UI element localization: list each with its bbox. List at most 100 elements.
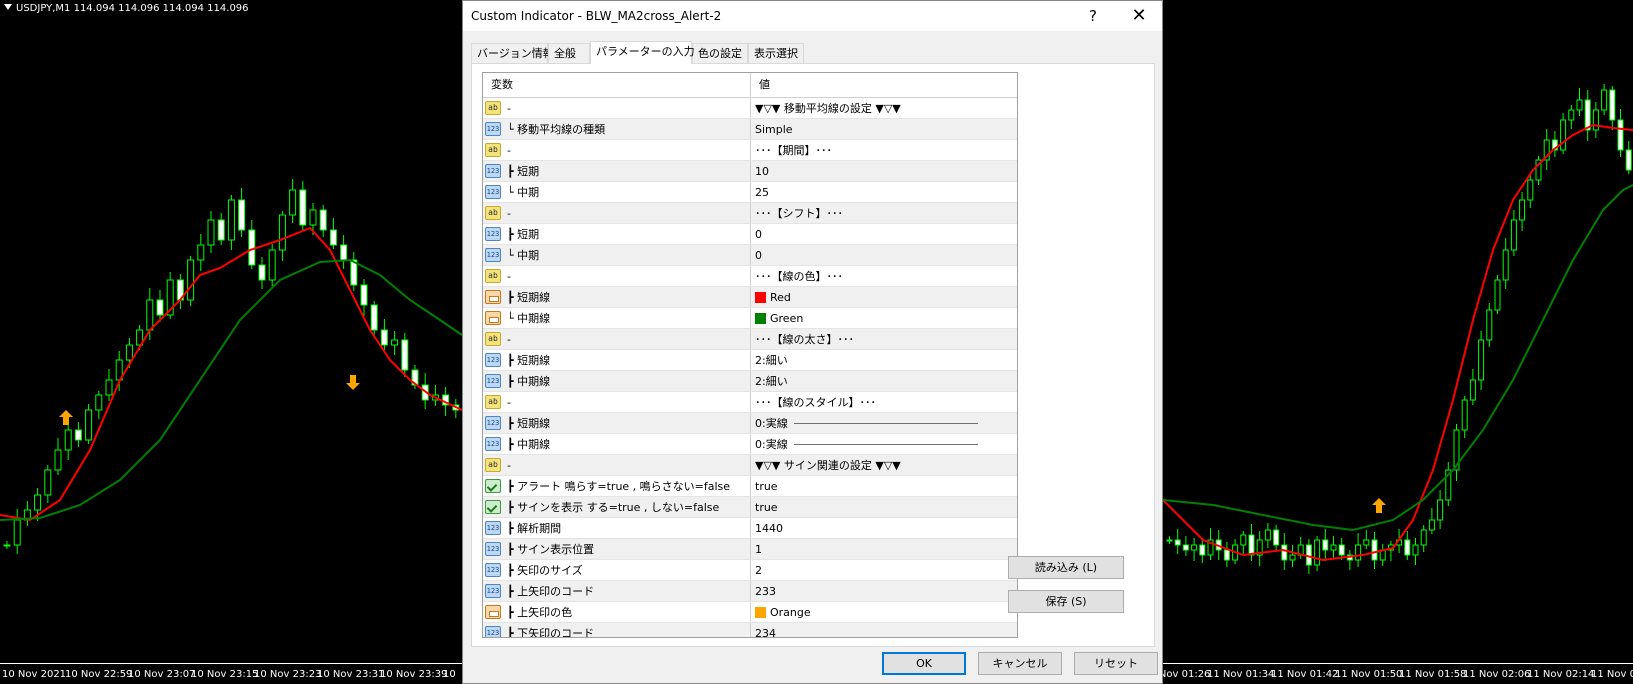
parameter-name: ┣ 矢印のサイズ [507, 564, 583, 577]
parameter-value-cell[interactable]: 1 [751, 539, 1017, 559]
parameter-row[interactable]: 123 └ 移動平均線の種類 Simple [483, 119, 1017, 140]
parameter-name-cell: 123 └ 中期 [483, 245, 751, 265]
help-button[interactable]: ? [1070, 1, 1116, 31]
parameter-value-cell[interactable]: Orange [751, 602, 1017, 622]
tab-general[interactable]: 全般 [548, 43, 590, 63]
parameter-value-cell[interactable]: 0 [751, 224, 1017, 244]
candle-body [1617, 119, 1624, 151]
parameter-name-cell: 123 ┣ 中期線 [483, 434, 751, 454]
number-type-icon: 123 [485, 416, 501, 430]
parameter-value-cell[interactable]: 1440 [751, 518, 1017, 538]
short-ma-line [0, 226, 462, 522]
parameter-row[interactable]: ab - ･･･【線の色】･･･ [483, 266, 1017, 287]
right-price-chart[interactable]: 11 Nov 01:2611 Nov 01:3411 Nov 01:4211 N… [1163, 0, 1633, 684]
parameter-value-cell[interactable]: 0:実線 [751, 413, 1017, 433]
candle-body [1609, 89, 1616, 121]
parameter-row[interactable]: 123 ┣ 下矢印のコード 234 [483, 623, 1017, 638]
load-button[interactable]: 読み込み (L) [1008, 556, 1124, 579]
parameter-row[interactable]: ab - ▼▽▼ サイン関連の設定 ▼▽▼ [483, 455, 1017, 476]
parameter-row[interactable]: 123 ┣ 解析期間 1440 [483, 518, 1017, 539]
parameter-name-cell: ab - [483, 203, 751, 223]
parameter-name: └ 移動平均線の種類 [507, 123, 606, 136]
parameter-row[interactable]: 123 └ 中期 0 [483, 245, 1017, 266]
tab-version-info[interactable]: バージョン情報 [471, 43, 554, 63]
parameter-value-cell[interactable]: 2 [751, 560, 1017, 580]
parameter-row[interactable]: 123 └ 中期 25 [483, 182, 1017, 203]
parameter-value-cell[interactable]: 2:細い [751, 371, 1017, 391]
tab-colors[interactable]: 色の設定 [692, 43, 748, 63]
parameter-value-cell[interactable]: ･･･【期間】･･･ [751, 140, 1017, 160]
parameter-name-cell: ┣ 短期線 [483, 287, 751, 307]
candle-body [329, 229, 337, 246]
candle-body [1223, 549, 1230, 561]
candle-body [309, 209, 317, 226]
candle-body [1584, 99, 1591, 131]
parameter-row[interactable]: 123 ┣ 短期 0 [483, 224, 1017, 245]
parameter-row[interactable]: ab - ･･･【シフト】･･･ [483, 203, 1017, 224]
tab-parameters[interactable]: パラメーターの入力 [590, 41, 695, 64]
parameter-row[interactable]: ┣ 上矢印の色 Orange [483, 602, 1017, 623]
candle-body [1568, 109, 1575, 121]
parameter-value-cell[interactable]: Red [751, 287, 1017, 307]
parameter-row[interactable]: ab - ･･･【期間】･･･ [483, 140, 1017, 161]
parameter-row[interactable]: 123 ┣ 中期線 0:実線 [483, 434, 1017, 455]
parameter-row[interactable]: ab - ･･･【線のスタイル】･･･ [483, 392, 1017, 413]
string-type-icon: ab [485, 206, 501, 220]
parameter-row[interactable]: └ 中期線 Green [483, 308, 1017, 329]
parameter-value-cell[interactable]: Simple [751, 119, 1017, 139]
parameter-row[interactable]: ┣ サインを表示 する=true , しない=false true [483, 497, 1017, 518]
parameter-row[interactable]: ab - ▼▽▼ 移動平均線の設定 ▼▽▼ [483, 98, 1017, 119]
close-button[interactable]: ✕ [1116, 1, 1162, 31]
candle-body [1510, 219, 1517, 251]
parameter-row[interactable]: 123 ┣ 中期線 2:細い [483, 371, 1017, 392]
candle-body [1191, 544, 1198, 551]
parameter-value-cell[interactable]: 234 [751, 623, 1017, 638]
column-variable[interactable]: 変数 [483, 73, 751, 97]
parameter-value-cell[interactable]: 10 [751, 161, 1017, 181]
parameter-row[interactable]: ┣ 短期線 Red [483, 287, 1017, 308]
candle-body [95, 394, 103, 411]
parameter-value-cell[interactable]: true [751, 497, 1017, 517]
string-type-icon: ab [485, 332, 501, 346]
parameter-value-cell[interactable]: ▼▽▼ サイン関連の設定 ▼▽▼ [751, 455, 1017, 475]
parameter-row[interactable]: 123 ┣ 矢印のサイズ 2 [483, 560, 1017, 581]
parameter-value-cell[interactable]: true [751, 476, 1017, 496]
candle-body [1576, 99, 1583, 111]
cancel-button[interactable]: キャンセル [978, 652, 1062, 675]
reset-button[interactable]: リセット [1074, 652, 1158, 675]
parameter-value-cell[interactable]: 0:実線 [751, 434, 1017, 454]
mid-ma-line [1163, 184, 1633, 532]
parameter-value-cell[interactable]: ･･･【線の太さ】･･･ [751, 329, 1017, 349]
candle-body [85, 409, 93, 441]
ok-button[interactable]: OK [882, 652, 966, 675]
parameter-row[interactable]: 123 ┣ 上矢印のコード 233 [483, 581, 1017, 602]
column-value[interactable]: 値 [751, 73, 1017, 97]
save-button[interactable]: 保存 (S) [1008, 590, 1124, 613]
parameter-value-cell[interactable]: ･･･【線の色】･･･ [751, 266, 1017, 286]
parameter-name-cell: ab - [483, 392, 751, 412]
parameter-row[interactable]: ┣ アラート 鳴らす=true , 鳴らさない=false true [483, 476, 1017, 497]
parameter-row[interactable]: 123 ┣ サイン表示位置 1 [483, 539, 1017, 560]
parameter-row[interactable]: 123 ┣ 短期 10 [483, 161, 1017, 182]
candle-body [299, 189, 307, 226]
parameter-value-cell[interactable]: 0 [751, 245, 1017, 265]
parameter-value-cell[interactable]: ･･･【線のスタイル】･･･ [751, 392, 1017, 412]
parameter-value-cell[interactable]: 2:細い [751, 350, 1017, 370]
parameter-value-cell[interactable]: ･･･【シフト】･･･ [751, 203, 1017, 223]
candle-body [1601, 89, 1608, 111]
parameters-table[interactable]: 変数 値 ab - ▼▽▼ 移動平均線の設定 ▼▽▼ 123 └ 移動平均線の種類 Sim… [482, 72, 1018, 638]
line-style-sample [793, 422, 978, 424]
tab-visualization[interactable]: 表示選択 [748, 43, 804, 63]
parameter-name: ┣ 下矢印のコード [507, 627, 595, 638]
parameter-value-cell[interactable]: ▼▽▼ 移動平均線の設定 ▼▽▼ [751, 98, 1017, 118]
parameter-name-cell: 123 ┣ サイン表示位置 [483, 539, 751, 559]
parameter-row[interactable]: 123 ┣ 短期線 2:細い [483, 350, 1017, 371]
parameter-name-cell: 123 ┣ 解析期間 [483, 518, 751, 538]
parameter-value-cell[interactable]: Green [751, 308, 1017, 328]
parameter-value: 0:実線 [755, 417, 788, 430]
left-price-chart[interactable]: USDJPY,M1 114.094 114.096 114.094 114.09… [0, 0, 462, 684]
parameter-row[interactable]: ab - ･･･【線の太さ】･･･ [483, 329, 1017, 350]
parameter-value-cell[interactable]: 25 [751, 182, 1017, 202]
parameter-value-cell[interactable]: 233 [751, 581, 1017, 601]
parameter-row[interactable]: 123 ┣ 短期線 0:実線 [483, 413, 1017, 434]
